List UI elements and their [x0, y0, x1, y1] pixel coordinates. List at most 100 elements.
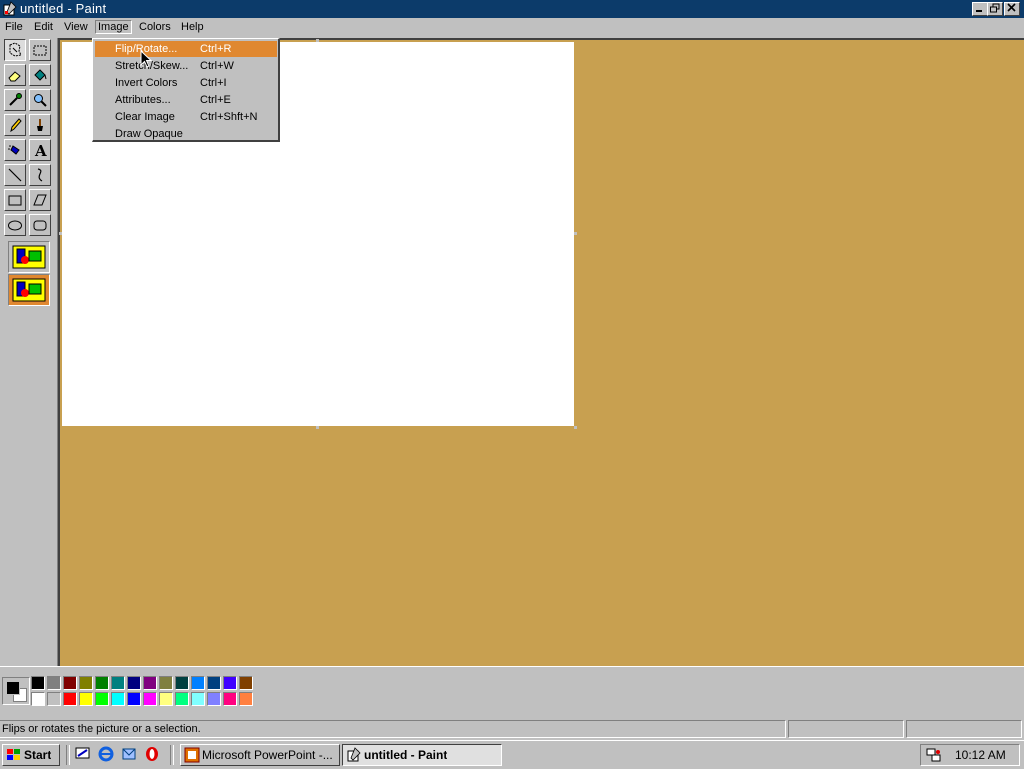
transparent-selection-icon [12, 278, 46, 302]
palette-swatch[interactable] [111, 676, 125, 690]
menu-help[interactable]: Help [181, 21, 204, 33]
tool-curve[interactable] [29, 164, 51, 186]
palette-swatch[interactable] [47, 676, 61, 690]
menu-item-shortcut: Ctrl+W [200, 60, 234, 72]
title-bar[interactable]: untitled - Paint [0, 0, 1024, 18]
foreground-color-swatch [6, 681, 20, 695]
resize-handle-right[interactable] [574, 232, 577, 235]
palette-swatch[interactable] [175, 692, 189, 706]
palette-swatch[interactable] [63, 676, 77, 690]
close-button[interactable] [1004, 2, 1020, 16]
opera-icon[interactable] [144, 746, 160, 762]
clock[interactable]: 10:12 AM [955, 748, 1006, 762]
tool-eraser[interactable] [4, 64, 26, 86]
palette-swatch[interactable] [95, 676, 109, 690]
palette-swatch[interactable] [79, 692, 93, 706]
eraser-icon [8, 71, 21, 82]
palette-swatch[interactable] [143, 676, 157, 690]
outlook-icon[interactable] [121, 746, 137, 762]
show-desktop-icon[interactable] [75, 746, 91, 762]
palette-swatch[interactable] [127, 692, 141, 706]
palette-swatch[interactable] [239, 676, 253, 690]
resize-handle-corner[interactable] [574, 426, 577, 429]
palette-swatch[interactable] [239, 692, 253, 706]
menu-item-clear-image[interactable]: Clear Image Ctrl+Shft+N [95, 109, 277, 125]
menu-item-flip-rotate[interactable]: Flip/Rotate... Ctrl+R [95, 41, 277, 57]
palette-swatch[interactable] [159, 676, 173, 690]
palette-swatch[interactable] [159, 692, 173, 706]
internet-explorer-icon[interactable] [98, 746, 114, 762]
tool-option-transparent-on[interactable] [8, 274, 50, 306]
tool-brush[interactable] [29, 114, 51, 136]
palette-swatch[interactable] [47, 692, 61, 706]
opaque-selection-icon [12, 245, 46, 269]
menu-file[interactable]: File [5, 21, 23, 33]
powerpoint-icon [184, 747, 200, 763]
menu-item-shortcut: Ctrl+E [200, 94, 231, 106]
menu-item-attributes[interactable]: Attributes... Ctrl+E [95, 92, 277, 108]
tool-select[interactable] [29, 39, 51, 61]
paint-icon [347, 747, 361, 762]
palette-swatch[interactable] [223, 676, 237, 690]
minimize-button[interactable] [972, 2, 988, 16]
free-form-select-icon [9, 42, 22, 57]
tool-free-form-select[interactable] [4, 39, 26, 61]
tool-color-picker[interactable] [4, 89, 26, 111]
restore-button[interactable] [987, 2, 1003, 16]
taskbar-separator [66, 745, 70, 765]
menu-item-label: Clear Image [115, 111, 175, 123]
palette-swatch[interactable] [31, 692, 45, 706]
taskbar: Start Microsoft PowerPoint -... untitled… [0, 740, 1024, 769]
palette-swatch[interactable] [31, 676, 45, 690]
tool-ellipse[interactable] [4, 214, 26, 236]
palette-swatch[interactable] [207, 676, 221, 690]
menu-item-stretch-skew[interactable]: Stretch/Skew... Ctrl+W [95, 58, 277, 74]
minimize-icon [976, 10, 982, 12]
system-tray: 10:12 AM [920, 744, 1020, 766]
menu-item-draw-opaque[interactable]: Draw Opaque [95, 126, 277, 142]
menu-colors[interactable]: Colors [139, 21, 171, 33]
line-icon [8, 168, 22, 182]
menu-image[interactable]: Image [95, 20, 132, 34]
menu-view[interactable]: View [64, 21, 88, 33]
status-size [906, 720, 1022, 738]
task-label: untitled - Paint [364, 748, 448, 762]
task-paint[interactable]: untitled - Paint [342, 744, 502, 766]
palette-swatch[interactable] [207, 692, 221, 706]
tool-pencil[interactable] [4, 114, 26, 136]
status-text: Flips or rotates the picture or a select… [0, 720, 786, 738]
tool-line[interactable] [4, 164, 26, 186]
menu-item-label: Attributes... [115, 94, 171, 106]
palette-swatch[interactable] [79, 676, 93, 690]
brush-icon [37, 119, 43, 131]
palette-swatch[interactable] [191, 676, 205, 690]
palette-swatch[interactable] [63, 692, 77, 706]
palette-swatch[interactable] [127, 676, 141, 690]
tool-fill[interactable] [29, 64, 51, 86]
rectangle-icon [8, 195, 22, 206]
color-picker-icon [9, 93, 22, 106]
start-button[interactable]: Start [2, 744, 60, 766]
tool-magnifier[interactable] [29, 89, 51, 111]
tool-polygon[interactable] [29, 189, 51, 211]
palette-swatch[interactable] [95, 692, 109, 706]
airbrush-icon [8, 145, 20, 155]
tool-option-transparent-off[interactable] [8, 241, 50, 273]
start-label: Start [24, 748, 52, 762]
tool-airbrush[interactable] [4, 139, 26, 161]
resize-handle-bottom[interactable] [316, 426, 319, 429]
tool-text[interactable]: A [29, 139, 51, 161]
palette-swatch[interactable] [143, 692, 157, 706]
palette-swatch[interactable] [175, 676, 189, 690]
tool-rectangle[interactable] [4, 189, 26, 211]
palette-swatch[interactable] [111, 692, 125, 706]
tool-rounded-rectangle[interactable] [29, 214, 51, 236]
palette-swatch[interactable] [223, 692, 237, 706]
menu-edit[interactable]: Edit [34, 21, 53, 33]
menu-item-invert-colors[interactable]: Invert Colors Ctrl+I [95, 75, 277, 91]
network-icon[interactable] [926, 747, 942, 763]
menu-item-shortcut: Ctrl+R [200, 43, 232, 55]
task-powerpoint[interactable]: Microsoft PowerPoint -... [180, 744, 340, 766]
curve-icon [37, 168, 43, 182]
palette-swatch[interactable] [191, 692, 205, 706]
